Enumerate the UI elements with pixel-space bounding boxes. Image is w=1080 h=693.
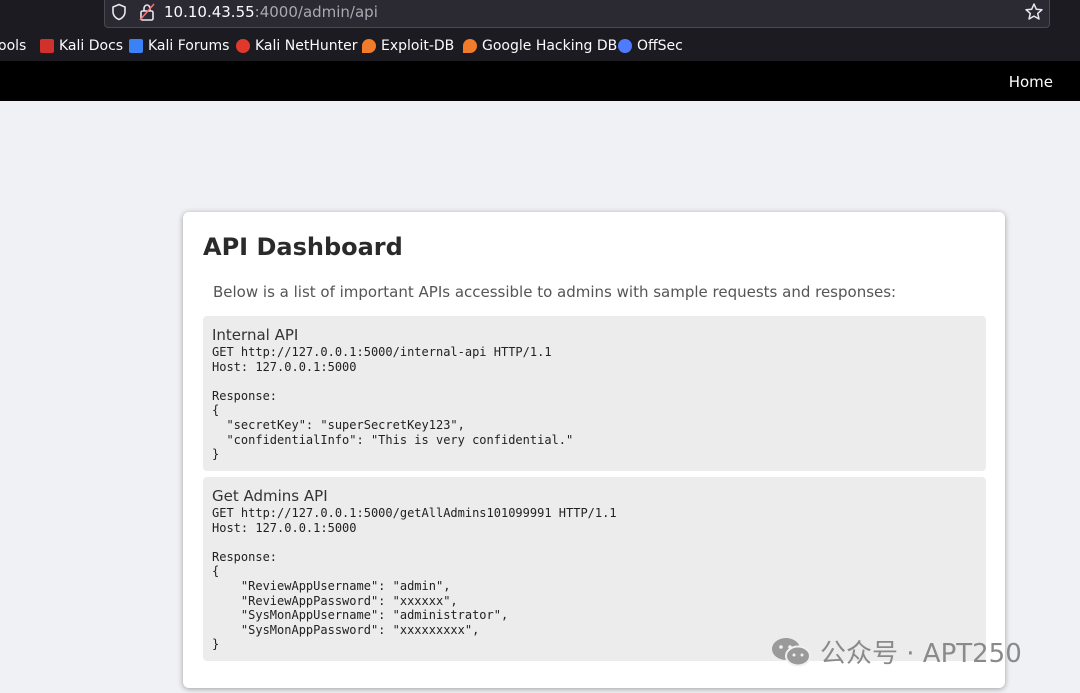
offsec-icon (618, 39, 632, 53)
page-description: Below is a list of important APIs access… (213, 283, 897, 301)
bookmark-tools[interactable]: ools (0, 37, 26, 55)
bookmark-kali-docs[interactable]: Kali Docs (40, 37, 123, 55)
insecure-lock-icon[interactable] (139, 3, 155, 21)
kali-forums-icon (129, 39, 143, 53)
site-navbar: Home (0, 61, 1080, 101)
kali-docs-icon (40, 39, 54, 53)
page-title: API Dashboard (203, 233, 403, 261)
watermark-text: 公众号 · APT250 (820, 639, 1022, 669)
wechat-icon (772, 637, 811, 666)
bookmark-label: Google Hacking DB (482, 38, 618, 54)
bookmark-kali-forums[interactable]: Kali Forums (129, 37, 229, 55)
bookmark-label: Kali NetHunter (255, 38, 358, 54)
bookmark-kali-nethunter[interactable]: Kali NetHunter (236, 37, 357, 55)
bookmark-label: ools (0, 38, 27, 54)
api-entry-name: Get Admins API (212, 487, 328, 505)
url-text[interactable]: 10.10.43.55:4000/admin/api (164, 3, 378, 21)
google-hacking-db-icon (463, 39, 477, 53)
bookmarks-bar: ools Kali Docs Kali Forums Kali NetHunte… (0, 30, 1080, 61)
api-entry-internal: Internal API GET http://127.0.0.1:5000/i… (203, 316, 986, 471)
bookmark-google-hacking-db[interactable]: Google Hacking DB (463, 37, 617, 55)
url-path: :4000/admin/api (254, 3, 378, 21)
api-entry-code: GET http://127.0.0.1:5000/internal-api H… (212, 345, 574, 462)
api-entry-code: GET http://127.0.0.1:5000/getAllAdmins10… (212, 506, 617, 652)
exploit-db-icon (362, 39, 376, 53)
bookmark-star-icon[interactable] (1024, 2, 1044, 22)
bookmark-label: Kali Docs (59, 38, 124, 54)
browser-toolbar: 10.10.43.55:4000/admin/api (0, 0, 1080, 30)
bookmark-label: OffSec (637, 38, 683, 54)
bookmark-label: Kali Forums (148, 38, 230, 54)
bookmark-exploit-db[interactable]: Exploit-DB (362, 37, 454, 55)
shield-icon[interactable] (110, 3, 128, 21)
kali-nethunter-icon (236, 39, 250, 53)
watermark: 公众号 · APT250 (770, 633, 1022, 670)
api-dashboard-card: API Dashboard Below is a list of importa… (183, 212, 1005, 688)
nav-home-link[interactable]: Home (1009, 73, 1053, 91)
url-host: 10.10.43.55 (164, 3, 255, 21)
bookmark-label: Exploit-DB (381, 38, 455, 54)
api-entry-name: Internal API (212, 326, 299, 344)
bookmark-offsec[interactable]: OffSec (618, 37, 683, 55)
